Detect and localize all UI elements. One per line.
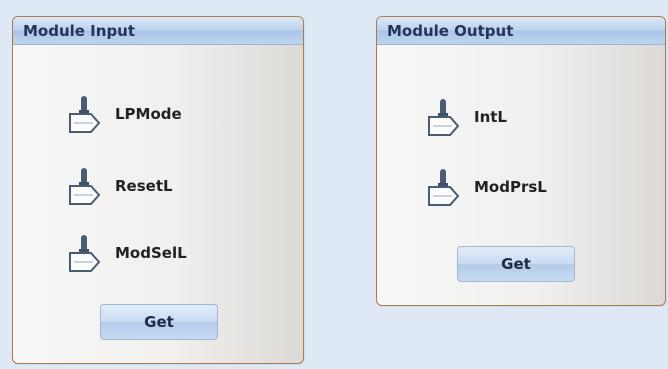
signal-modprsl[interactable]: ModPrsL [426, 167, 547, 207]
toggle-switch-icon [428, 99, 460, 136]
signal-label-modprsl: ModPrsL [474, 178, 547, 196]
signal-modsell[interactable]: ModSelL [67, 233, 187, 273]
signal-label-intl: IntL [474, 108, 507, 126]
module-output-title: Module Output [377, 17, 665, 45]
signal-intl[interactable]: IntL [426, 97, 507, 137]
toggle-switch-icon [428, 169, 460, 206]
toggle-switch-icon [69, 168, 101, 205]
module-input-panel: Module Input LPMode ResetL ModSelL Get [12, 16, 304, 364]
signal-resetl[interactable]: ResetL [67, 166, 173, 206]
signal-lpmode[interactable]: LPMode [67, 94, 182, 134]
module-input-get-button[interactable]: Get [100, 304, 218, 340]
signal-label-resetl: ResetL [115, 177, 173, 195]
module-output-panel: Module Output IntL ModPrsL Get [376, 16, 666, 306]
module-input-title: Module Input [13, 17, 303, 45]
toggle-switch-icon [69, 96, 101, 133]
signal-label-lpmode: LPMode [115, 105, 182, 123]
signal-label-modsell: ModSelL [115, 244, 187, 262]
module-output-get-button[interactable]: Get [457, 246, 575, 282]
toggle-switch-icon [69, 235, 101, 272]
